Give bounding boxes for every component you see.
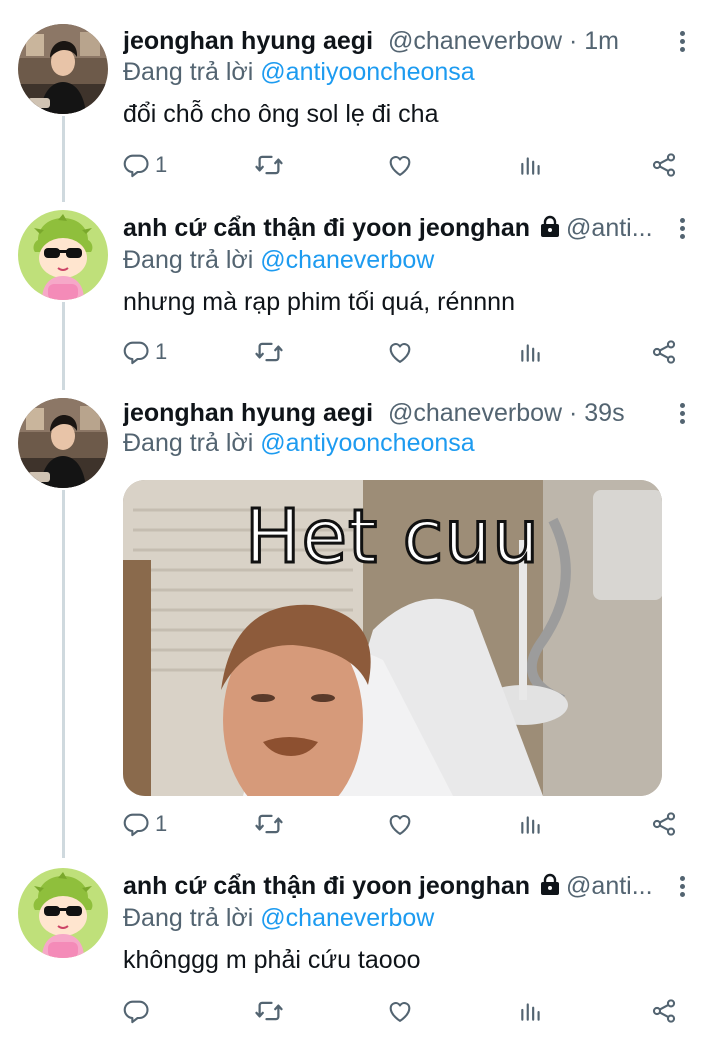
- mention-link[interactable]: @antiyooncheonsa: [260, 58, 474, 86]
- retweet-button[interactable]: [254, 145, 284, 185]
- share-icon: [650, 810, 678, 838]
- action-bar: 1: [123, 145, 683, 185]
- tweet[interactable]: jeonghan hyung aegi @chaneverbow · 39s Đ…: [0, 388, 720, 858]
- action-bar: 1: [123, 332, 683, 372]
- handle-time[interactable]: @chaneverbow · 39s: [388, 399, 625, 427]
- retweet-icon: [254, 809, 284, 839]
- share-button[interactable]: [650, 145, 678, 185]
- like-icon: [386, 338, 414, 366]
- reply-count: 1: [155, 339, 168, 364]
- like-icon: [386, 810, 414, 838]
- reply-button[interactable]: 1: [123, 145, 167, 185]
- retweet-button[interactable]: [254, 804, 284, 844]
- tweet[interactable]: anh cứ cẩn thận đi yoon jeonghan @anti...…: [0, 858, 720, 1039]
- replying-to: Đang trả lời @chaneverbow: [123, 901, 434, 935]
- like-icon: [386, 151, 414, 179]
- replying-to: Đang trả lời @chaneverbow: [123, 243, 434, 277]
- analytics-icon: [518, 998, 544, 1024]
- analytics-icon: [518, 811, 544, 837]
- tweet-header: jeonghan hyung aegi @chaneverbow · 1m: [123, 24, 670, 58]
- avatar[interactable]: [18, 868, 108, 958]
- share-icon: [650, 338, 678, 366]
- replying-label: Đang trả lời: [123, 246, 261, 274]
- tweet[interactable]: anh cứ cẩn thận đi yoon jeonghan @anti...…: [0, 200, 720, 388]
- analytics-button[interactable]: [518, 991, 544, 1031]
- replying-label: Đang trả lời: [123, 429, 261, 457]
- avatar[interactable]: [18, 24, 108, 114]
- like-icon: [386, 997, 414, 1025]
- display-name[interactable]: anh cứ cẩn thận đi yoon jeonghan: [123, 872, 530, 900]
- more-icon[interactable]: [670, 211, 694, 245]
- action-bar: [123, 991, 683, 1031]
- reply-button[interactable]: 1: [123, 804, 167, 844]
- tweet-header: jeonghan hyung aegi @chaneverbow · 39s: [123, 396, 670, 430]
- tweet-header: anh cứ cẩn thận đi yoon jeonghan @anti...: [123, 211, 670, 245]
- retweet-icon: [254, 337, 284, 367]
- avatar[interactable]: [18, 398, 108, 488]
- tweet-media-image[interactable]: Het cuu: [123, 480, 662, 796]
- analytics-icon: [518, 152, 544, 178]
- share-button[interactable]: [650, 804, 678, 844]
- mention-link[interactable]: @chaneverbow: [260, 904, 434, 932]
- more-icon[interactable]: [670, 24, 694, 58]
- retweet-icon: [254, 150, 284, 180]
- handle-time[interactable]: @anti...: [566, 214, 653, 242]
- share-button[interactable]: [650, 332, 678, 372]
- share-icon: [650, 997, 678, 1025]
- analytics-button[interactable]: [518, 804, 544, 844]
- analytics-button[interactable]: [518, 332, 544, 372]
- more-icon[interactable]: [670, 869, 694, 903]
- tweet-text: đổi chỗ cho ông sol lẹ đi cha: [123, 100, 439, 128]
- avatar[interactable]: [18, 210, 108, 300]
- tweet-text: nhưng mà rạp phim tối quá, rénnnn: [123, 288, 515, 316]
- mention-link[interactable]: @antiyooncheonsa: [260, 429, 474, 457]
- lock-icon: [538, 215, 562, 239]
- replying-label: Đang trả lời: [123, 58, 261, 86]
- like-button[interactable]: [386, 145, 414, 185]
- handle-time[interactable]: @anti...: [566, 872, 653, 900]
- retweet-button[interactable]: [254, 991, 284, 1031]
- like-button[interactable]: [386, 991, 414, 1031]
- display-name[interactable]: jeonghan hyung aegi: [123, 27, 373, 55]
- mention-link[interactable]: @chaneverbow: [260, 246, 434, 274]
- share-button[interactable]: [650, 991, 678, 1031]
- retweet-button[interactable]: [254, 332, 284, 372]
- display-name[interactable]: jeonghan hyung aegi: [123, 399, 373, 427]
- meme-caption: Het cuu: [243, 493, 541, 582]
- more-icon[interactable]: [670, 396, 694, 430]
- like-button[interactable]: [386, 332, 414, 372]
- replying-to: Đang trả lời @antiyooncheonsa: [123, 426, 475, 460]
- retweet-icon: [254, 996, 284, 1026]
- tweet-header: anh cứ cẩn thận đi yoon jeonghan @anti...: [123, 869, 670, 903]
- lock-icon: [538, 873, 562, 897]
- reply-icon: [123, 810, 151, 838]
- replying-label: Đang trả lời: [123, 904, 261, 932]
- reply-icon: [123, 338, 151, 366]
- action-bar: 1: [123, 804, 683, 844]
- reply-button[interactable]: [123, 991, 151, 1031]
- display-name[interactable]: anh cứ cẩn thận đi yoon jeonghan: [123, 214, 530, 242]
- tweet[interactable]: jeonghan hyung aegi @chaneverbow · 1m Đa…: [0, 0, 720, 200]
- handle-time[interactable]: @chaneverbow · 1m: [388, 27, 619, 55]
- analytics-button[interactable]: [518, 145, 544, 185]
- share-icon: [650, 151, 678, 179]
- reply-count: 1: [155, 152, 168, 177]
- tweet-text: khônggg m phải cứu taooo: [123, 946, 421, 974]
- like-button[interactable]: [386, 804, 414, 844]
- reply-icon: [123, 151, 151, 179]
- reply-icon: [123, 997, 151, 1025]
- analytics-icon: [518, 339, 544, 365]
- reply-count: 1: [155, 811, 168, 836]
- reply-button[interactable]: 1: [123, 332, 167, 372]
- replying-to: Đang trả lời @antiyooncheonsa: [123, 55, 475, 89]
